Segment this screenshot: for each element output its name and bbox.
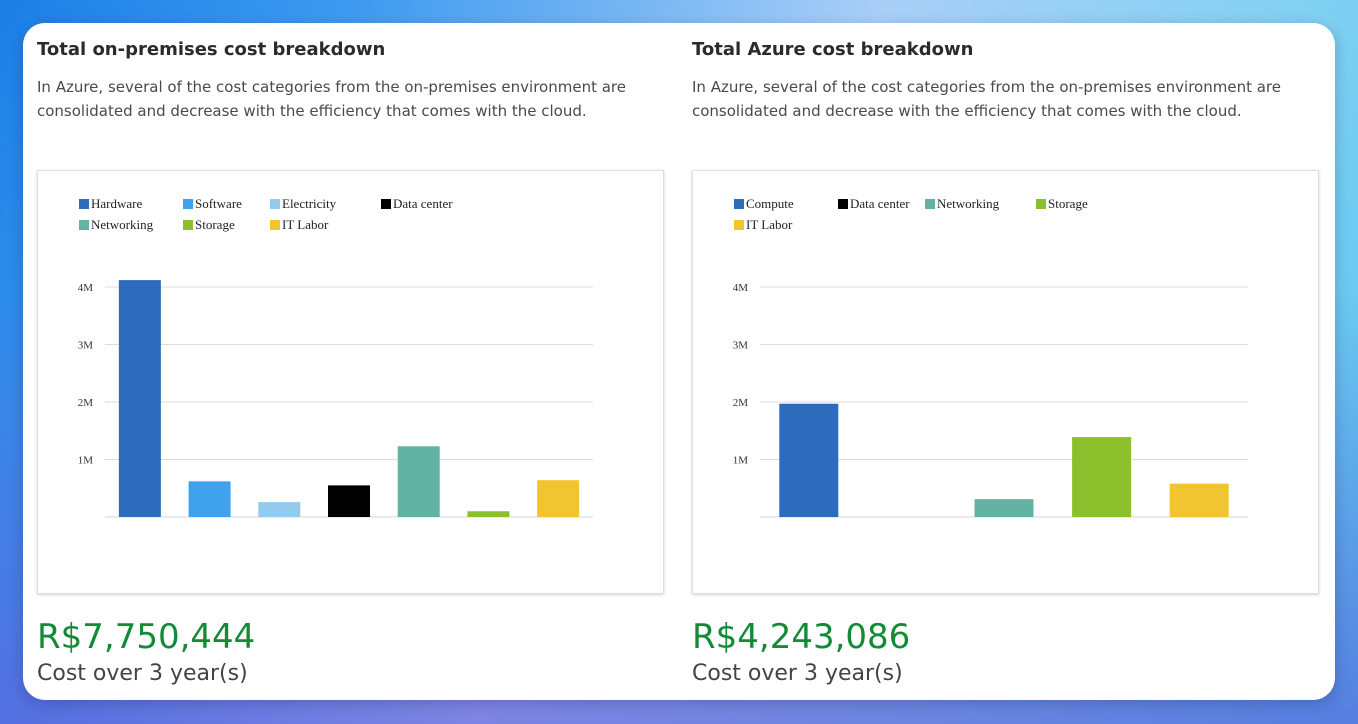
legend-swatch-it-labor (734, 220, 744, 230)
legend-label-it-labor: IT Labor (746, 217, 793, 232)
legend-swatch-networking (925, 199, 935, 209)
azure-panel: Total Azure cost breakdown In Azure, sev… (692, 23, 1332, 700)
legend-label-storage: Storage (195, 217, 235, 232)
legend-label-software: Software (195, 196, 242, 211)
legend-label-hardware: Hardware (91, 196, 142, 211)
bar-data-center (328, 485, 370, 517)
legend-swatch-storage (183, 220, 193, 230)
on-premises-chart: Hardware Software Electricity Data center Ne… (37, 170, 664, 594)
total-cost: R$7,750,444 (37, 617, 256, 657)
total-cost-caption: Cost over 3 year(s) (692, 661, 903, 686)
bar-storage (467, 511, 510, 517)
bar-it-labor (1169, 483, 1229, 517)
total-cost-caption: Cost over 3 year(s) (37, 661, 248, 686)
bar-software (188, 481, 231, 517)
bar-storage (1072, 437, 1132, 517)
legend-swatch-data-center (838, 199, 848, 209)
azure-chart: Compute Data center Networking Storage IT La… (692, 170, 1319, 594)
panel-description: In Azure, several of the cost categories… (37, 78, 626, 120)
legend-swatch-it-labor (270, 220, 280, 230)
y-tick-label: 2M (78, 397, 94, 409)
legend-swatch-hardware (79, 199, 89, 209)
legend-label-data-center: Data center (393, 196, 453, 211)
cost-comparison-card: Total on-premises cost breakdown In Azur… (23, 23, 1335, 700)
legend-swatch-data-center (381, 199, 391, 209)
on-premises-chart-svg: Hardware Software Electricity Data center Ne… (78, 196, 593, 518)
y-tick-label: 3M (733, 340, 749, 352)
y-tick-label: 4M (733, 282, 749, 294)
bar-electricity (258, 502, 301, 517)
bar-networking (397, 446, 440, 517)
legend-swatch-software (183, 199, 193, 209)
azure-chart-svg: Compute Data center Networking Storage IT La… (733, 196, 1248, 518)
panel-description: In Azure, several of the cost categories… (692, 78, 1281, 120)
on-premises-panel: Total on-premises cost breakdown In Azur… (37, 23, 677, 700)
legend-label-data-center: Data center (850, 196, 910, 211)
panel-title: Total on-premises cost breakdown (37, 39, 386, 60)
bar-hardware (118, 280, 161, 517)
legend-swatch-compute (734, 199, 744, 209)
legend-swatch-storage (1036, 199, 1046, 209)
legend-label-electricity: Electricity (282, 196, 337, 211)
legend-swatch-electricity (270, 199, 280, 209)
legend-label-it-labor: IT Labor (282, 217, 329, 232)
bar-it-labor (537, 480, 580, 517)
legend-label-networking: Networking (91, 217, 154, 232)
bar-networking (974, 499, 1034, 517)
y-tick-label: 1M (78, 455, 94, 467)
y-tick-label: 3M (78, 340, 94, 352)
legend-swatch-networking (79, 220, 89, 230)
bar-compute (779, 403, 839, 517)
y-tick-label: 4M (78, 282, 94, 294)
total-cost: R$4,243,086 (692, 617, 911, 657)
legend-label-storage: Storage (1048, 196, 1088, 211)
y-tick-label: 2M (733, 397, 749, 409)
legend-label-networking: Networking (937, 196, 1000, 211)
y-tick-label: 1M (733, 455, 749, 467)
panel-title: Total Azure cost breakdown (692, 39, 974, 60)
legend-label-compute: Compute (746, 196, 794, 211)
